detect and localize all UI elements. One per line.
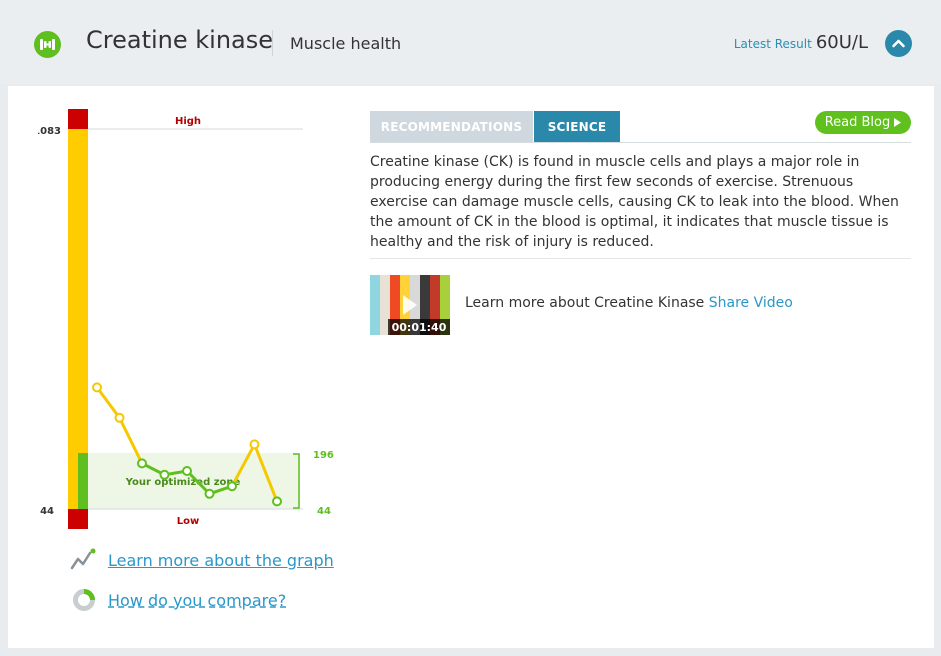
section-divider	[370, 258, 911, 259]
scale-bottom-value: 44	[40, 506, 54, 517]
page-title: Creatine kinase	[86, 26, 274, 54]
low-range-bar	[68, 509, 88, 529]
category-subtitle: Muscle health	[290, 34, 402, 53]
low-label: Low	[177, 516, 199, 527]
collapse-button[interactable]	[885, 30, 912, 57]
optimized-zone-label: Your optimized zone	[125, 477, 241, 488]
latest-result-value: 60U/L	[815, 32, 868, 53]
data-point[interactable]	[137, 458, 147, 469]
learn-graph-link[interactable]: Learn more about the graph	[108, 551, 334, 570]
tab-recommendations[interactable]: RECOMMENDATIONS	[370, 111, 533, 142]
compare-link[interactable]: How do you compare?	[108, 591, 286, 610]
tab-science[interactable]: SCIENCE	[534, 111, 620, 142]
data-point[interactable]	[114, 412, 125, 423]
data-point[interactable]	[227, 481, 237, 492]
normal-range-bar	[68, 129, 88, 509]
read-blog-label: Read Blog	[824, 115, 891, 130]
video-thumbnail[interactable]: 00:01:40	[370, 275, 450, 335]
dumbbell-icon	[34, 31, 61, 58]
play-icon	[403, 295, 417, 315]
zone-bottom-value: 44	[317, 506, 331, 517]
biomarker-header: Creatine kinase Muscle health Latest Res…	[0, 0, 941, 84]
data-point[interactable]	[204, 488, 215, 499]
result-chart: 1083 44 High Low 196 44 Your optimized z…	[38, 106, 358, 536]
result-chart-svg: 1083 44 High Low 196 44 Your optimized z…	[38, 109, 334, 529]
data-point[interactable]	[92, 382, 102, 393]
scale-top-value: 1083	[38, 126, 61, 137]
science-description: Creatine kinase (CK) is found in muscle …	[370, 154, 899, 250]
chevron-up-icon	[892, 39, 905, 48]
data-point[interactable]	[272, 496, 282, 507]
data-point[interactable]	[159, 469, 170, 480]
biomarker-panel: 1083 44 High Low 196 44 Your optimized z…	[8, 86, 934, 648]
latest-result: Latest Result 60U/L	[734, 32, 868, 53]
zone-top-value: 196	[313, 450, 334, 461]
video-caption: Learn more about Creatine Kinase Share V…	[465, 295, 793, 311]
high-range-bar	[68, 109, 88, 129]
line-graph-icon	[70, 548, 96, 570]
data-point[interactable]	[182, 466, 192, 476]
read-blog-button[interactable]: Read Blog	[815, 111, 911, 134]
donut-chart-icon	[73, 589, 95, 611]
info-tabs: RECOMMENDATIONS SCIENCE Read Blog	[370, 111, 911, 143]
video-duration: 00:01:40	[388, 319, 450, 335]
latest-result-label: Latest Result	[733, 37, 812, 51]
high-label: High	[175, 116, 201, 127]
series-segment	[95, 385, 121, 420]
share-video-link[interactable]: Share Video	[709, 295, 793, 311]
compare-row: How do you compare?	[72, 588, 286, 612]
video-title: Learn more about Creatine Kinase	[465, 295, 705, 311]
title-divider	[272, 30, 273, 56]
learn-graph-row: Learn more about the graph	[70, 548, 334, 572]
caret-right-icon	[894, 118, 902, 127]
optimized-range-bar	[78, 453, 88, 509]
data-point[interactable]	[249, 439, 260, 450]
